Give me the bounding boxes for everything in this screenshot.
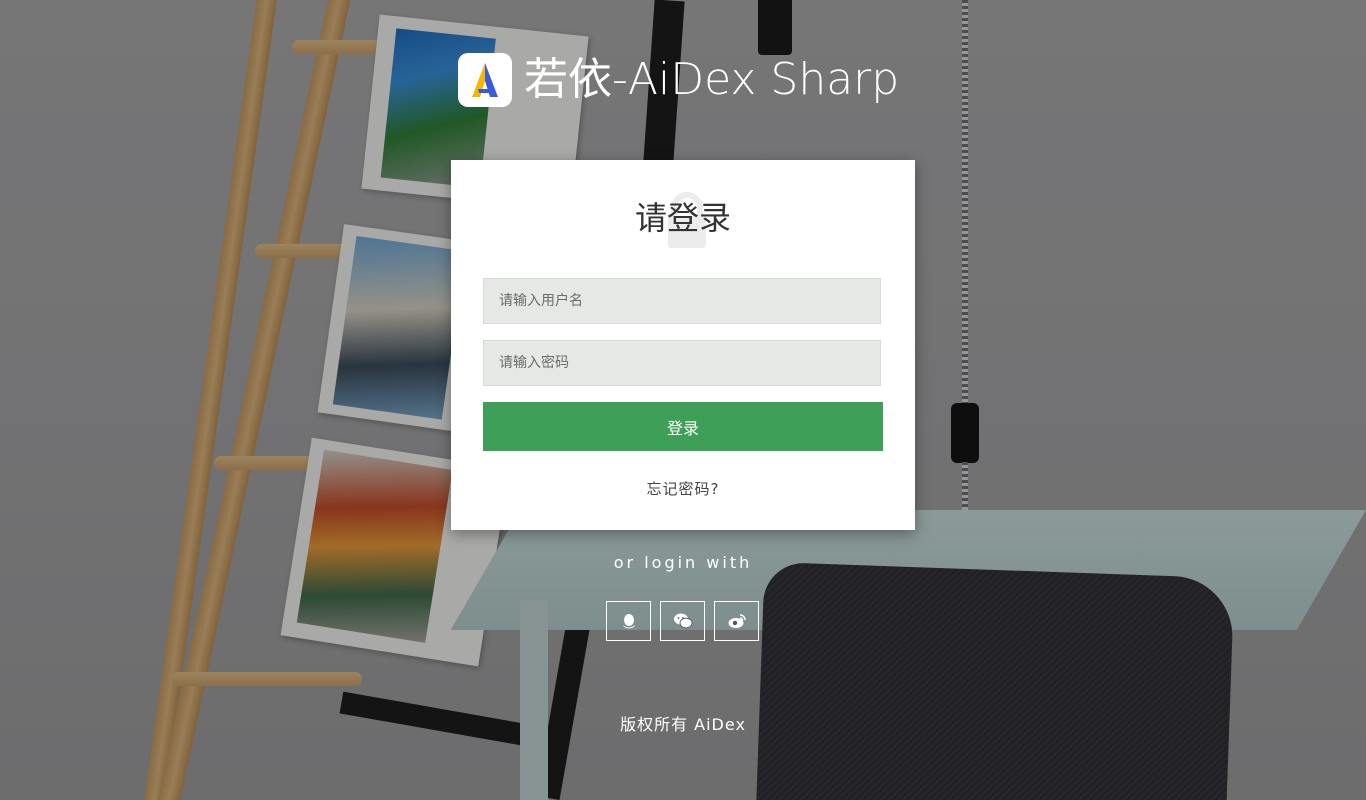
forgot-password-link[interactable]: 忘记密码? <box>451 478 915 499</box>
copyright-text: 版权所有 AiDex <box>620 715 746 734</box>
login-panel: 请登录 登录 忘记密码? <box>451 160 915 530</box>
weibo-login-button[interactable] <box>714 601 759 641</box>
qq-login-button[interactable] <box>606 601 651 641</box>
brand-title: 若依-AiDex Sharp <box>524 54 900 105</box>
wechat-login-button[interactable] <box>660 601 705 641</box>
wechat-icon <box>673 613 692 629</box>
social-login-label: or login with <box>613 553 753 572</box>
brand-header: 若依-AiDex Sharp <box>458 52 899 108</box>
social-login-buttons <box>606 601 759 641</box>
qq-icon <box>622 614 635 629</box>
login-button[interactable]: 登录 <box>483 402 883 451</box>
login-title: 请登录 <box>634 199 731 237</box>
weibo-icon <box>728 614 746 628</box>
aidex-logo-icon <box>458 53 512 107</box>
password-input[interactable] <box>483 340 881 386</box>
username-input[interactable] <box>483 278 881 324</box>
